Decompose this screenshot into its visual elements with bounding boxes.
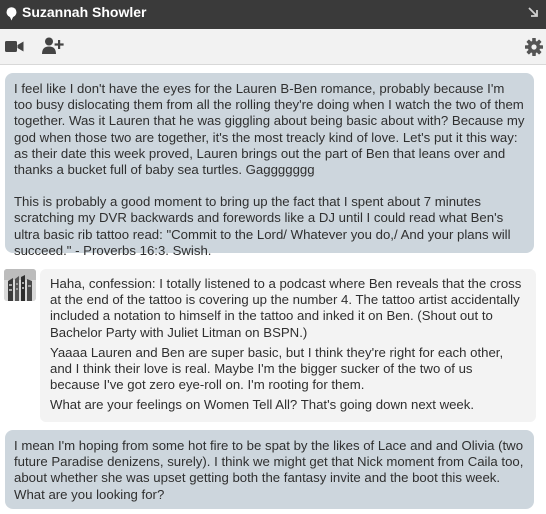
window-titlebar: Suzannah Showler — [0, 0, 546, 29]
message-paragraph: Yaaaa Lauren and Ben are super basic, bu… — [50, 344, 504, 393]
message-paragraph: Haha, confession: I totally listened to … — [50, 276, 522, 340]
avatar[interactable] — [4, 269, 36, 301]
message-paragraph: I feel like I don't have the eyes for th… — [14, 81, 525, 178]
message-bubble: I feel like I don't have the eyes for th… — [5, 73, 534, 258]
message-paragraph: This is probably a good moment to bring … — [14, 194, 511, 258]
chat-transcript[interactable]: I feel like I don't have the eyes for th… — [0, 65, 546, 514]
message-paragraph: I mean I'm hoping from some hot fire to … — [14, 438, 524, 502]
message-bubble: I mean I'm hoping from some hot fire to … — [5, 430, 534, 509]
chat-toolbar — [0, 29, 546, 65]
expand-arrow-icon[interactable] — [527, 6, 539, 18]
chat-bubble-icon — [6, 7, 17, 21]
message-bubble: Haha, confession: I totally listened to … — [40, 269, 536, 422]
add-user-icon[interactable] — [42, 37, 64, 54]
video-camera-icon[interactable] — [5, 40, 24, 53]
avatar-image — [4, 269, 36, 301]
window-title: Suzannah Showler — [22, 4, 147, 20]
message-paragraph: What are your feelings on Women Tell All… — [50, 397, 475, 413]
gear-icon[interactable] — [525, 38, 543, 56]
